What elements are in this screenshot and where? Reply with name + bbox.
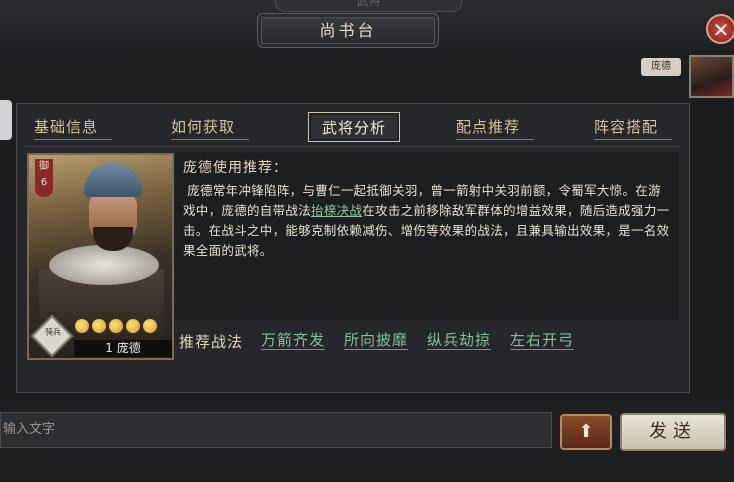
tactic-link[interactable]: 抬榇决战 [311, 203, 362, 218]
chat-input[interactable]: 输入文字 [0, 412, 552, 448]
close-button[interactable]: ✕ [706, 14, 734, 44]
star-icon [92, 319, 106, 333]
general-card[interactable]: 御 6 骑兵 1 庞德 [27, 153, 174, 360]
star-icon [109, 319, 123, 333]
star-icon [143, 319, 157, 333]
tab-points-recommend[interactable]: 配点推荐 [456, 112, 534, 142]
expand-button[interactable]: ⬆ [560, 414, 612, 450]
chat-preview-strip [0, 50, 734, 100]
tab-label: 配点推荐 [456, 118, 521, 136]
general-name: 1 庞德 [74, 340, 172, 357]
rank-tag: 御 6 [35, 159, 53, 197]
tab-basic-info[interactable]: 基础信息 [34, 112, 112, 142]
recommend-label: 推荐战法 [179, 333, 244, 351]
side-handle[interactable] [0, 100, 12, 140]
recommended-tactic-link[interactable]: 左右开弓 [510, 331, 575, 350]
tab-label: 基础信息 [34, 118, 99, 136]
troop-type-label: 骑兵 [45, 327, 62, 337]
close-icon: ✕ [712, 18, 730, 42]
avatar[interactable] [689, 55, 734, 98]
background-window-title: 武将 [275, 0, 462, 12]
section-title: 庞德使用推荐： [183, 160, 288, 176]
star-icon [75, 319, 89, 333]
tab-label: 如何获取 [171, 118, 236, 136]
rank-label: 御 [39, 161, 49, 172]
portrait-fur-collar [49, 245, 159, 285]
send-button[interactable]: 发送 [620, 413, 726, 451]
star-rating [75, 319, 157, 333]
tab-general-analysis[interactable]: 武将分析 [308, 112, 400, 142]
tab-lineup[interactable]: 阵容搭配 [594, 112, 672, 142]
chat-name-tag: 庞德 [641, 58, 681, 76]
portrait-helmet [84, 163, 142, 197]
recommended-tactic-link[interactable]: 所向披靡 [344, 331, 409, 350]
rank-value: 6 [40, 177, 48, 188]
tab-label: 阵容搭配 [594, 118, 659, 136]
star-icon [126, 319, 140, 333]
recommended-tactic-link[interactable]: 纵兵劫掠 [427, 331, 492, 350]
analysis-description: 庞德常年冲锋陷阵，与曹仁一起抵御关羽，曾一箭射中关羽前额，令蜀军大惊。在游戏中，… [183, 181, 673, 261]
tab-label: 武将分析 [321, 119, 386, 137]
arrow-up-icon: ⬆ [578, 421, 594, 442]
recommended-tactic-link[interactable]: 万箭齐发 [261, 331, 326, 350]
page-title: 尚书台 [257, 13, 439, 48]
tab-how-to-obtain[interactable]: 如何获取 [171, 112, 249, 142]
tab-divider [26, 146, 680, 147]
